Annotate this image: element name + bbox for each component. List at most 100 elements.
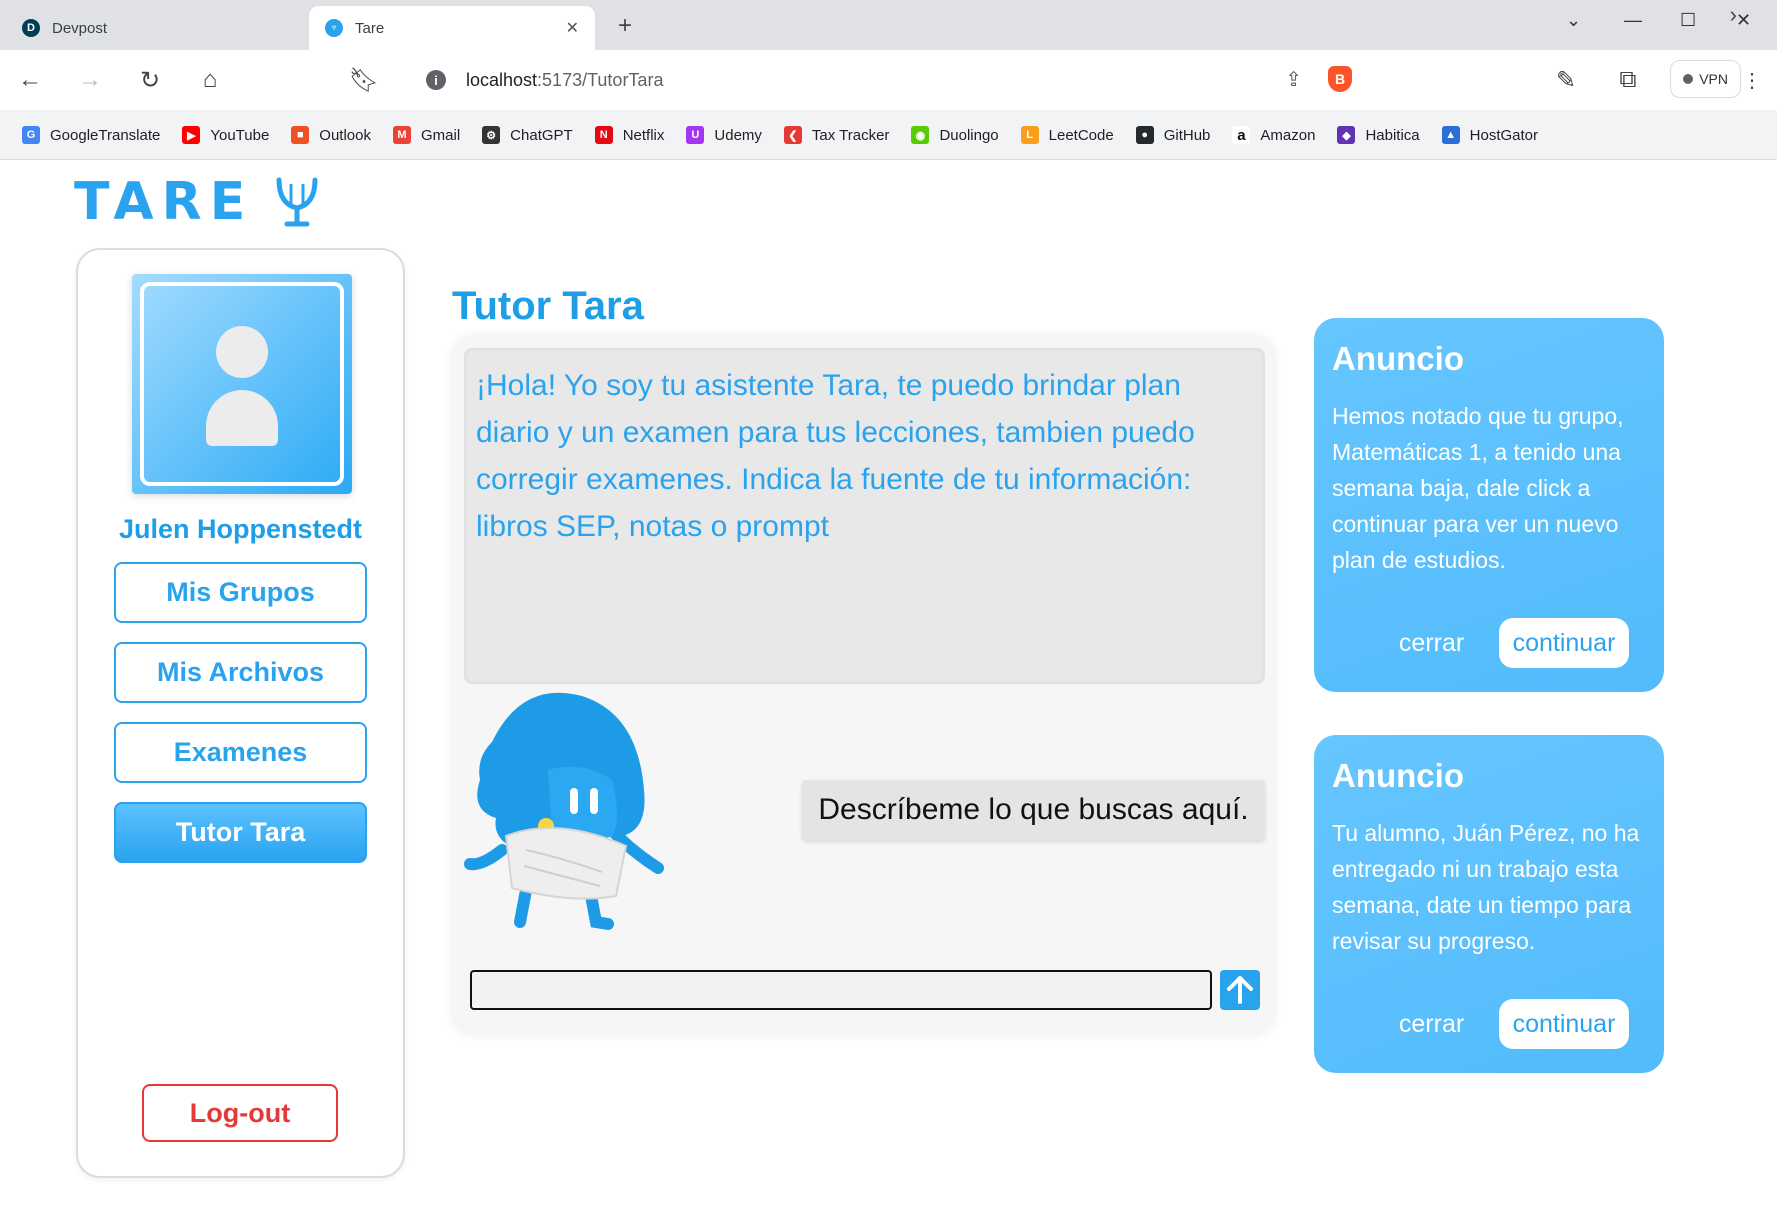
bookmark-item[interactable]: ● GitHub (1135, 126, 1211, 144)
tara-jellyfish-mascot-icon (464, 692, 664, 930)
hint-bubble: Descríbeme lo que buscas aquí. (802, 780, 1265, 840)
bookmark-item[interactable]: ◆ Habitica (1337, 126, 1420, 144)
github-icon: ● (1135, 126, 1154, 144)
announcement-body: Hemos notado que tu grupo, Matemáticas 1… (1332, 403, 1624, 573)
gmail-icon: M (393, 126, 411, 144)
bookmark-label: Amazon (1260, 126, 1316, 144)
chevron-right-icon[interactable]: › (1730, 2, 1737, 28)
address-bar[interactable]: i localhost:5173/TutorTara ⇪ B (410, 50, 1366, 110)
bookmark-label: Netflix (622, 126, 665, 144)
user-name: Julen Hoppenstedt (118, 514, 362, 544)
tab-tare[interactable]: ♆ Tare ✕ (309, 6, 595, 50)
hostgator-icon: ▲ (1441, 126, 1460, 144)
bookmark-label: GitHub (1163, 126, 1211, 144)
maximize-button[interactable]: ☐ (1680, 10, 1696, 31)
windows-icon: ■ (291, 126, 310, 144)
bookmark-item[interactable]: G GoogleTranslate (22, 126, 160, 144)
bookmark-label: YouTube (210, 126, 270, 144)
forward-icon[interactable]: → (74, 64, 106, 96)
lyre-icon (276, 177, 318, 227)
announcement-card: Anuncio Hemos notado que tu grupo, Matem… (1314, 318, 1664, 692)
extensions-icon[interactable]: ⧉ (1612, 64, 1644, 96)
bookmark-item[interactable]: ■ Outlook (291, 126, 371, 144)
bookmark-item[interactable]: a Amazon (1232, 126, 1315, 144)
url-host: localhost (466, 69, 538, 90)
user-silhouette-body (206, 390, 278, 446)
sidebar: Julen Hoppenstedt Mis Grupos Mis Archivo… (76, 248, 405, 1178)
send-button[interactable] (1220, 970, 1260, 1010)
new-tab-button[interactable]: + (618, 12, 632, 40)
bookmark-item[interactable]: N Netflix (594, 126, 665, 144)
close-announcement-button[interactable]: cerrar (1389, 629, 1475, 658)
bookmark-item[interactable]: U Udemy (686, 126, 762, 144)
continue-announcement-button[interactable]: continuar (1498, 999, 1630, 1049)
bookmark-item[interactable]: M Gmail (393, 126, 460, 144)
menu-icon[interactable]: ⋮ (1736, 64, 1768, 96)
url-text: localhost:5173/TutorTara (466, 70, 663, 91)
minimize-button[interactable]: — (1624, 10, 1642, 31)
eyedropper-icon[interactable]: ✎ (1550, 64, 1582, 96)
vpn-status-icon (1683, 74, 1694, 84)
logo-text: TARE (74, 172, 254, 232)
bookmark-item[interactable]: ⚙ ChatGPT (482, 126, 573, 144)
bookmark-label: ChatGPT (510, 126, 573, 144)
google-translate-icon: G (22, 126, 40, 144)
announcement-body: Tu alumno, Juán Pérez, no ha entregado n… (1332, 820, 1640, 954)
bookmark-label: Gmail (421, 126, 461, 144)
bookmark-label: Udemy (714, 126, 762, 144)
bookmark-item[interactable]: ▲ HostGator (1441, 126, 1538, 144)
brave-shields-icon[interactable]: B (1328, 66, 1352, 92)
chatgpt-icon: ⚙ (482, 126, 501, 144)
tab-title: Devpost (52, 19, 108, 37)
nav-tutor-tara-button[interactable]: Tutor Tara (114, 802, 367, 863)
user-silhouette-icon (216, 326, 268, 378)
close-tab-icon[interactable]: ✕ (566, 18, 579, 38)
browser-toolbar: ← → ↻ ⌂ 🔖︎ i localhost:5173/TutorTara ⇪ … (0, 50, 1777, 110)
tab-search-icon[interactable]: ⌄ (1566, 10, 1581, 31)
announcement-title: Anuncio (1332, 757, 1464, 794)
avatar[interactable] (132, 274, 352, 494)
leetcode-icon: L (1020, 126, 1039, 144)
bookmarks-bar: G GoogleTranslate ▶ YouTube ■ Outlook M Gmail ⚙ C… (0, 118, 1777, 152)
youtube-icon: ▶ (182, 126, 201, 144)
bookmark-item[interactable]: ❮ Tax Tracker (783, 126, 889, 144)
tab-devpost[interactable]: D Devpost (6, 6, 306, 50)
bookmark-label: GoogleTranslate (50, 126, 161, 144)
habitica-icon: ◆ (1337, 126, 1356, 144)
announcement-actions: cerrar continuar (1314, 999, 1664, 1049)
vpn-button[interactable]: VPN (1670, 60, 1741, 98)
share-icon[interactable]: ⇪ (1285, 67, 1302, 92)
tare-jellyfish-icon: ♆ (325, 19, 343, 37)
address-bar-actions: ⇪ B (1285, 66, 1352, 92)
home-icon[interactable]: ⌂ (194, 64, 226, 96)
chat-input-row (466, 966, 1265, 1014)
netflix-icon: N (594, 126, 613, 144)
continue-announcement-button[interactable]: continuar (1498, 618, 1630, 668)
duolingo-icon: ◉ (911, 126, 930, 144)
close-announcement-button[interactable]: cerrar (1389, 1010, 1475, 1039)
bookmark-item[interactable]: ◉ Duolingo (911, 126, 999, 144)
chat-input[interactable] (470, 970, 1212, 1010)
nav-mis-grupos-button[interactable]: Mis Grupos (114, 562, 367, 623)
vpn-label: VPN (1699, 71, 1728, 87)
bookmark-icon[interactable]: 🔖︎ (348, 64, 380, 96)
app-logo[interactable]: TARE (74, 172, 319, 232)
back-icon[interactable]: ← (14, 64, 46, 96)
browser-chrome: D Devpost ♆ Tare ✕ + ⌄ — ☐ ✕ ← → ↻ ⌂ 🔖︎ … (0, 0, 1777, 160)
bookmark-item[interactable]: ▶ YouTube (182, 126, 269, 144)
nav-mis-archivos-button[interactable]: Mis Archivos (114, 642, 367, 703)
site-info-icon[interactable]: i (426, 70, 446, 90)
tab-title: Tare (355, 19, 385, 37)
amazon-icon: a (1232, 126, 1251, 144)
url-path: :5173/TutorTara (537, 69, 664, 90)
close-window-button[interactable]: ✕ (1736, 10, 1751, 31)
chat-panel: ¡Hola! Yo soy tu asistente Tara, te pued… (452, 336, 1275, 1035)
assistant-message: ¡Hola! Yo soy tu asistente Tara, te pued… (464, 348, 1265, 684)
tax-tracker-icon: ❮ (783, 126, 802, 144)
nav-examenes-button[interactable]: Examenes (114, 722, 367, 783)
bookmark-label: HostGator (1469, 126, 1538, 144)
bookmark-label: LeetCode (1048, 126, 1114, 144)
reload-icon[interactable]: ↻ (134, 64, 166, 96)
bookmark-item[interactable]: L LeetCode (1020, 126, 1114, 144)
logout-button[interactable]: Log-out (142, 1084, 338, 1142)
